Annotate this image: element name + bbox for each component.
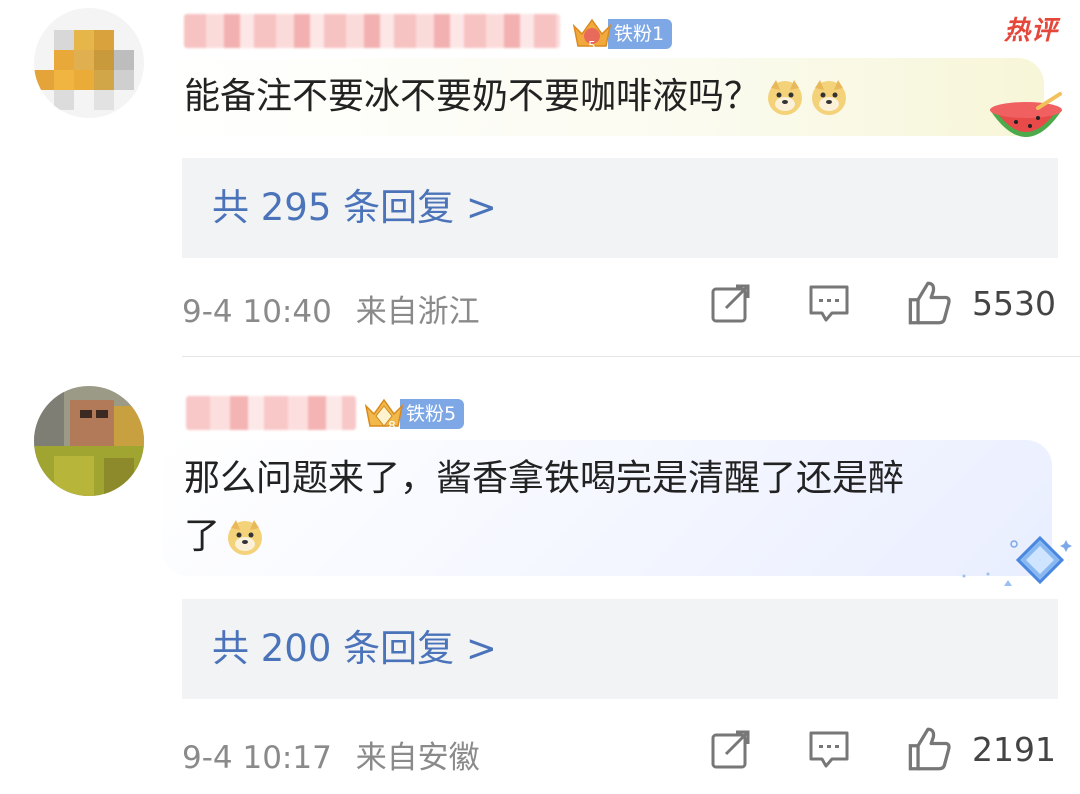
divider xyxy=(182,356,1080,357)
crystal-sticker xyxy=(958,530,1076,586)
comment-card: 5 铁粉1 热评 能备注不要冰不要奶不要咖啡液吗？ 共 295 条回复 > 9-… xyxy=(0,0,1080,357)
comment-icon[interactable] xyxy=(808,728,850,770)
comment-text-line: 了 xyxy=(184,516,221,557)
fan-badge-label: 铁粉5 xyxy=(400,399,465,429)
like-icon[interactable] xyxy=(906,280,952,326)
comment-meta: 9-4 10:17 来自安徽 xyxy=(182,732,480,777)
view-replies-button[interactable]: 共 200 条回复 > xyxy=(182,599,1058,699)
view-replies-button[interactable]: 共 295 条回复 > xyxy=(182,158,1058,258)
fan-badge-label: 铁粉1 xyxy=(608,19,673,49)
hot-comment-badge: 热评 xyxy=(1003,16,1058,46)
repost-icon[interactable] xyxy=(710,282,752,324)
comment-date: 9-4 10:40 xyxy=(182,294,332,330)
fan-badge[interactable]: 5 铁粉1 xyxy=(570,16,673,53)
comment-actions: 5530 xyxy=(654,280,1056,326)
comment-location: 来自浙江 xyxy=(355,294,480,330)
doge-emoji xyxy=(766,76,804,115)
comment-meta: 9-4 10:40 来自浙江 xyxy=(182,286,480,331)
username-blurred[interactable] xyxy=(184,14,560,48)
comment-actions: 2191 xyxy=(654,726,1056,772)
comment-icon[interactable] xyxy=(808,282,850,324)
comment-card: 8 铁粉5 那么问题来了，酱香拿铁喝完是清醒了还是醉 了 共 200 条回复 >… xyxy=(0,358,1080,794)
comment-text-bubble[interactable]: 那么问题来了，酱香拿铁喝完是清醒了还是醉 了 xyxy=(162,440,1052,576)
username-blurred[interactable] xyxy=(186,396,356,430)
fan-badge[interactable]: 8 铁粉5 xyxy=(362,396,465,433)
doge-emoji xyxy=(226,516,264,555)
comment-text: 能备注不要冰不要奶不要咖啡液吗？ xyxy=(184,76,761,117)
comment-location: 来自安徽 xyxy=(355,740,480,776)
comment-text-bubble[interactable]: 能备注不要冰不要奶不要咖啡液吗？ xyxy=(162,58,1044,136)
watermelon-sticker xyxy=(986,92,1066,154)
svg-text:8: 8 xyxy=(388,419,396,432)
user-avatar[interactable] xyxy=(34,8,144,118)
like-count: 5530 xyxy=(972,283,1056,323)
like-count: 2191 xyxy=(972,729,1056,769)
svg-text:5: 5 xyxy=(588,39,596,52)
doge-emoji xyxy=(810,76,848,115)
crown-icon: 8 xyxy=(362,396,406,433)
repost-icon[interactable] xyxy=(710,728,752,770)
comment-date: 9-4 10:17 xyxy=(182,740,332,776)
comment-text-line: 那么问题来了，酱香拿铁喝完是清醒了还是醉 xyxy=(184,458,905,499)
crown-icon: 5 xyxy=(570,16,614,53)
user-avatar[interactable] xyxy=(34,386,144,496)
like-icon[interactable] xyxy=(906,726,952,772)
